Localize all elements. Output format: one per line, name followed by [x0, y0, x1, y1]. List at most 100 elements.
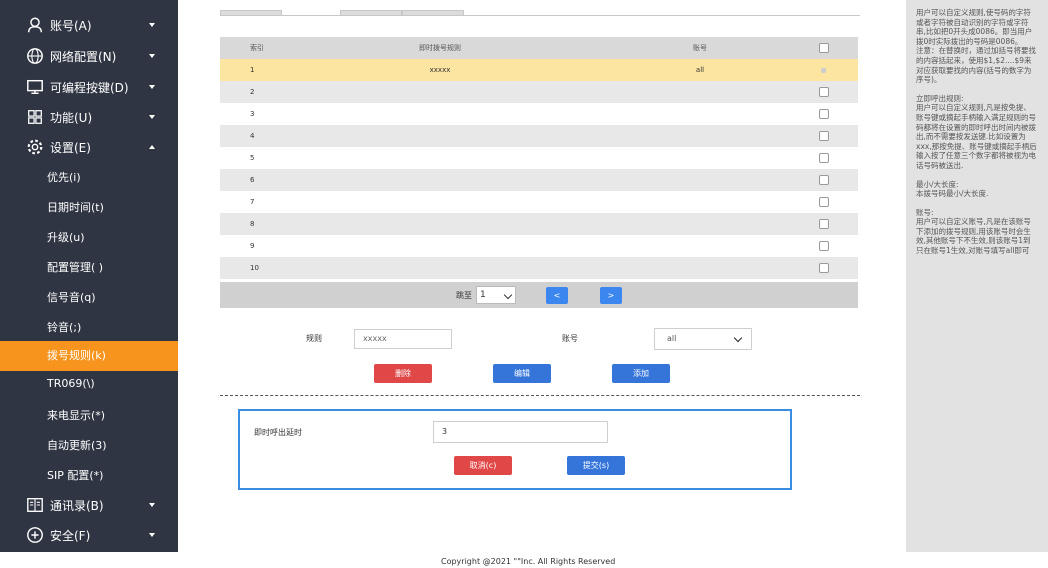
help-panel: 用户可以自定义规则,使号码的字符或者字符被自动识别的字符或字符串,比如把0开头成…: [906, 0, 1048, 552]
row-account: all: [695, 66, 705, 74]
copyright-text: Copyright @2021 ""Inc. All Rights Reserv…: [441, 557, 616, 566]
menu-phonebook[interactable]: 通讯录(B): [0, 494, 178, 516]
monitor-icon: [26, 78, 44, 96]
header-account: 账号: [693, 44, 707, 52]
menu-settings[interactable]: 设置(E): [0, 136, 178, 158]
rule-input[interactable]: xxxxx: [354, 329, 452, 349]
sidebar-item-auto-update[interactable]: 自动更新(3): [0, 431, 178, 461]
table-row[interactable]: 3: [220, 103, 858, 125]
sidebar-item-datetime[interactable]: 日期时间(t): [0, 193, 178, 223]
sidebar-item-label: 优先(i): [47, 171, 81, 184]
main-content: 索引 即时拨号规则 账号 1 xxxxx all 2 3 4 5 6 7 8 9…: [178, 0, 905, 552]
goto-label: 跳至: [456, 291, 472, 300]
row-checkbox[interactable]: [819, 197, 829, 207]
delete-button[interactable]: 删除: [374, 364, 432, 383]
chevron-down-icon: [149, 533, 155, 537]
help-section-body: 用户可以自定义账号,凡是在该账号下添加的拨号规则,用该账号时会生效,其他账号下不…: [916, 217, 1031, 256]
table-row[interactable]: 8: [220, 213, 858, 235]
table-row[interactable]: 6: [220, 169, 858, 191]
account-select[interactable]: all: [654, 328, 752, 350]
help-paragraph: 注意：在替换时，通过加括号将要找的内容括起来，使用$1,$2....$9来对应获…: [916, 46, 1036, 85]
instant-dial-timeout-panel: 即时呼出延时 3 取消(c) 提交(s): [238, 409, 792, 490]
menu-features[interactable]: 功能(U): [0, 106, 178, 128]
select-all-checkbox[interactable]: [819, 43, 829, 53]
help-section-body: 用户可以自定义规则,凡是按免提、账号键或摘起手柄输入满足规则的号码都将在设置的即…: [916, 103, 1037, 170]
help-paragraph: 用户可以自定义规则,使号码的字符或者字符被自动识别的字符或字符串,比如把0开头成…: [916, 8, 1033, 46]
table-row[interactable]: 2: [220, 81, 858, 103]
help-section-body: 本拨号码最小/大长度.: [916, 189, 989, 199]
sidebar-item-label: TR069(\): [47, 377, 95, 390]
chevron-up-icon: [149, 145, 155, 149]
sidebar-item-label: 拨号规则(k): [47, 349, 106, 362]
grid-icon: [26, 108, 44, 126]
page-select-value: 1: [480, 290, 486, 300]
sidebar-item-label: 来电显示(*): [47, 409, 106, 422]
tab-underline: [220, 15, 860, 16]
book-icon: [26, 496, 44, 514]
header-index: 索引: [250, 44, 264, 52]
sidebar-item-priority[interactable]: 优先(i): [0, 163, 178, 193]
sidebar-item-sip-config[interactable]: SIP 配置(*): [0, 461, 178, 491]
sidebar-item-upgrade[interactable]: 升级(u): [0, 223, 178, 253]
prev-page-button[interactable]: <: [546, 287, 568, 304]
sidebar-item-caller-id[interactable]: 来电显示(*): [0, 401, 178, 431]
row-checkbox[interactable]: [819, 153, 829, 163]
user-icon: [26, 16, 44, 34]
next-page-button[interactable]: >: [600, 287, 622, 304]
shield-plus-icon: [26, 526, 44, 544]
row-checkbox[interactable]: [819, 241, 829, 251]
sidebar-item-ringtone[interactable]: 铃音(;): [0, 313, 178, 343]
row-rule: xxxxx: [429, 66, 451, 74]
table-row[interactable]: 5: [220, 147, 858, 169]
table-row[interactable]: 9: [220, 235, 858, 257]
row-checkbox[interactable]: [819, 131, 829, 141]
row-checkbox[interactable]: [819, 109, 829, 119]
sidebar: 账号(A) 网络配置(N) 可编程按键(D) 功能(U) 设置(E) 优先(i)…: [0, 0, 178, 552]
sidebar-item-label: 升级(u): [47, 231, 85, 244]
menu-features-label: 功能(U): [50, 110, 93, 125]
table-row[interactable]: 7: [220, 191, 858, 213]
menu-account-label: 账号(A): [50, 18, 92, 33]
row-checkbox[interactable]: [819, 87, 829, 97]
menu-settings-label: 设置(E): [50, 140, 91, 155]
chevron-down-icon: [149, 503, 155, 507]
sidebar-item-config-management[interactable]: 配置管理( ): [0, 253, 178, 283]
sidebar-item-label: 自动更新(3): [47, 439, 107, 452]
row-index: 2: [250, 88, 255, 96]
menu-security[interactable]: 安全(F): [0, 524, 178, 546]
table-row[interactable]: 10: [220, 257, 858, 279]
gear-icon: [26, 138, 44, 156]
sidebar-item-label: 信号音(q): [47, 291, 96, 304]
sidebar-item-dial-rules[interactable]: 拨号规则(k): [0, 341, 178, 371]
chevron-down-icon: [149, 85, 155, 89]
sidebar-item-tones[interactable]: 信号音(q): [0, 283, 178, 313]
edit-button[interactable]: 编辑: [493, 364, 551, 383]
menu-account[interactable]: 账号(A): [0, 14, 178, 36]
row-index: 1: [250, 66, 255, 74]
timeout-input[interactable]: 3: [433, 421, 608, 443]
table-row[interactable]: 4: [220, 125, 858, 147]
menu-phonebook-label: 通讯录(B): [50, 498, 104, 513]
page-select[interactable]: 1: [476, 286, 516, 304]
row-checkbox[interactable]: [819, 263, 829, 273]
cancel-button[interactable]: 取消(c): [454, 456, 512, 475]
chevron-down-icon: [149, 115, 155, 119]
row-checkbox[interactable]: [821, 67, 826, 73]
timeout-label: 即时呼出延时: [254, 428, 302, 437]
row-index: 3: [250, 110, 255, 118]
footer: Copyright @2021 ""Inc. All Rights Reserv…: [0, 552, 1048, 568]
row-checkbox[interactable]: [819, 175, 829, 185]
row-checkbox[interactable]: [819, 219, 829, 229]
help-section-title: 账号:: [916, 207, 934, 217]
row-index: 10: [250, 264, 259, 272]
sidebar-item-label: 铃音(;): [47, 321, 82, 334]
account-label: 账号: [562, 334, 578, 343]
submit-button[interactable]: 提交(s): [567, 456, 625, 475]
menu-network[interactable]: 网络配置(N): [0, 45, 178, 67]
table-row[interactable]: 1 xxxxx all: [220, 59, 858, 81]
sidebar-item-tr069[interactable]: TR069(\): [0, 369, 178, 399]
add-button[interactable]: 添加: [612, 364, 670, 383]
header-rule: 即时拨号规则: [419, 44, 461, 52]
globe-icon: [26, 47, 44, 65]
menu-programmable-keys[interactable]: 可编程按键(D): [0, 76, 178, 98]
